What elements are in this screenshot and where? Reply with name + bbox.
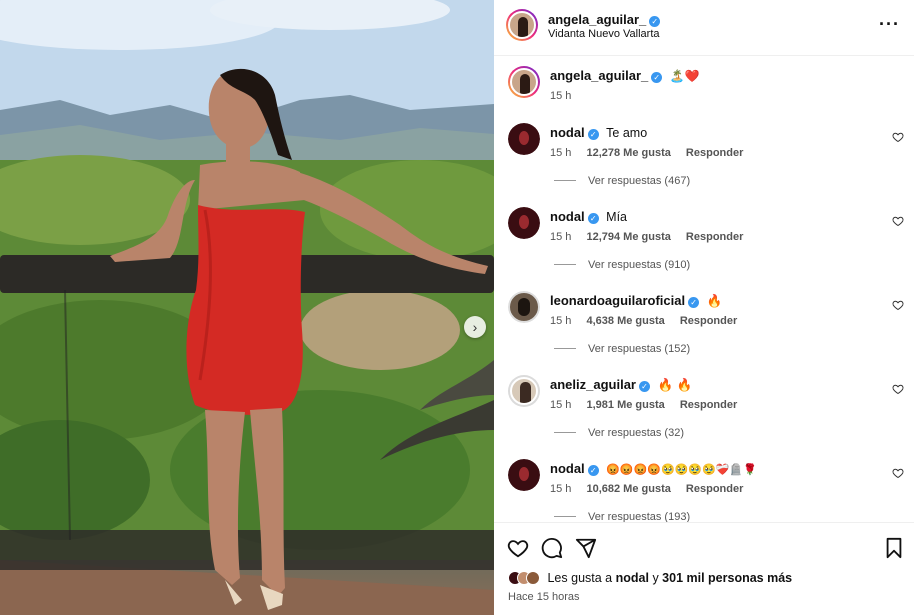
likes-user[interactable]: nodal <box>616 571 649 585</box>
author-username[interactable]: angela_aguilar_ <box>548 12 646 27</box>
like-heart-icon[interactable] <box>507 537 529 559</box>
comment-likes[interactable]: 12,278 Me gusta <box>586 147 670 159</box>
save-bookmark-icon[interactable] <box>883 537 905 559</box>
reply-button[interactable]: Responder <box>680 315 737 327</box>
comment-text: 😡😡😡😡🥹🥹🥹🥹❤️‍🩹🪦🌹 <box>606 464 757 476</box>
comment-bubble-icon[interactable] <box>541 537 563 559</box>
comment-time: 15 h <box>550 315 572 327</box>
comment-text: 🔥 🔥 <box>657 378 693 392</box>
comment-username[interactable]: nodal <box>550 125 585 140</box>
view-replies-button[interactable]: Ver respuestas (152) <box>554 343 690 355</box>
view-replies-button[interactable]: Ver respuestas (910) <box>554 259 690 271</box>
likes-count[interactable]: 301 mil personas más <box>662 571 792 585</box>
comment-username[interactable]: aneliz_aguilar <box>550 377 636 392</box>
carousel-next-button[interactable]: › <box>464 316 486 338</box>
reply-button[interactable]: Responder <box>686 147 743 159</box>
more-dots-icon[interactable]: ··· <box>879 14 900 35</box>
liker-avatar <box>526 571 540 585</box>
comment-text: 🔥 <box>706 294 723 308</box>
post-header: angela_aguilar_ ✓ Vidanta Nuevo Vallarta … <box>494 0 914 56</box>
verified-icon: ✓ <box>638 381 650 392</box>
commenter-avatar[interactable] <box>508 207 540 239</box>
comment-time: 15 h <box>550 147 572 159</box>
commenter-avatar[interactable] <box>508 375 540 407</box>
comment-likes[interactable]: 12,794 Me gusta <box>586 231 670 243</box>
comment-likes[interactable]: 1,981 Me gusta <box>586 399 664 411</box>
comment-text: Mía <box>606 210 627 224</box>
verified-icon: ✓ <box>587 465 599 476</box>
commenter-avatar[interactable] <box>508 459 540 491</box>
comment-likes[interactable]: 4,638 Me gusta <box>586 315 664 327</box>
like-comment-heart-icon[interactable] <box>892 299 904 311</box>
reply-button[interactable]: Responder <box>686 231 743 243</box>
comment-time: 15 h <box>550 483 572 495</box>
verified-icon: ✓ <box>649 16 661 27</box>
commenter-avatar[interactable] <box>508 291 540 323</box>
post-location[interactable]: Vidanta Nuevo Vallarta <box>548 28 660 40</box>
photo-scene <box>0 0 494 615</box>
verified-icon: ✓ <box>688 297 700 308</box>
author-avatar[interactable] <box>506 9 538 41</box>
verified-icon: ✓ <box>587 213 599 224</box>
reply-button[interactable]: Responder <box>680 399 737 411</box>
comment-text: Te amo <box>606 126 648 140</box>
verified-icon: ✓ <box>587 129 599 140</box>
commenter-avatar[interactable] <box>508 123 540 155</box>
action-bar: Les gusta a nodal y 301 mil personas más… <box>494 522 914 615</box>
comment-username[interactable]: leonardoaguilaroficial <box>550 293 685 308</box>
comment-username[interactable]: nodal <box>550 461 585 476</box>
likes-prefix: Les gusta a <box>547 571 613 585</box>
view-replies-button[interactable]: Ver respuestas (467) <box>554 175 690 187</box>
view-replies-button[interactable]: Ver respuestas (32) <box>554 427 684 439</box>
likes-connector: y <box>652 571 659 585</box>
caption-text: 🏝️❤️ <box>669 69 700 83</box>
comment-time: 15 h <box>550 231 572 243</box>
reply-button[interactable]: Responder <box>686 483 743 495</box>
comment-time: 15 h <box>550 399 572 411</box>
verified-icon: ✓ <box>651 72 663 83</box>
like-comment-heart-icon[interactable] <box>892 131 904 143</box>
author-avatar-caption[interactable] <box>508 66 540 98</box>
caption-username[interactable]: angela_aguilar_ <box>550 68 648 83</box>
caption-time: 15 h <box>550 90 572 102</box>
like-comment-heart-icon[interactable] <box>892 383 904 395</box>
likes-summary[interactable]: Les gusta a nodal y 301 mil personas más <box>508 571 792 585</box>
post-photo[interactable]: › <box>0 0 494 615</box>
comment-username[interactable]: nodal <box>550 209 585 224</box>
share-send-icon[interactable] <box>575 537 597 559</box>
like-comment-heart-icon[interactable] <box>892 467 904 479</box>
posted-time: Hace 15 horas <box>508 591 580 603</box>
like-comment-heart-icon[interactable] <box>892 215 904 227</box>
post-panel: angela_aguilar_ ✓ Vidanta Nuevo Vallarta … <box>494 0 914 615</box>
comment-likes[interactable]: 10,682 Me gusta <box>586 483 670 495</box>
